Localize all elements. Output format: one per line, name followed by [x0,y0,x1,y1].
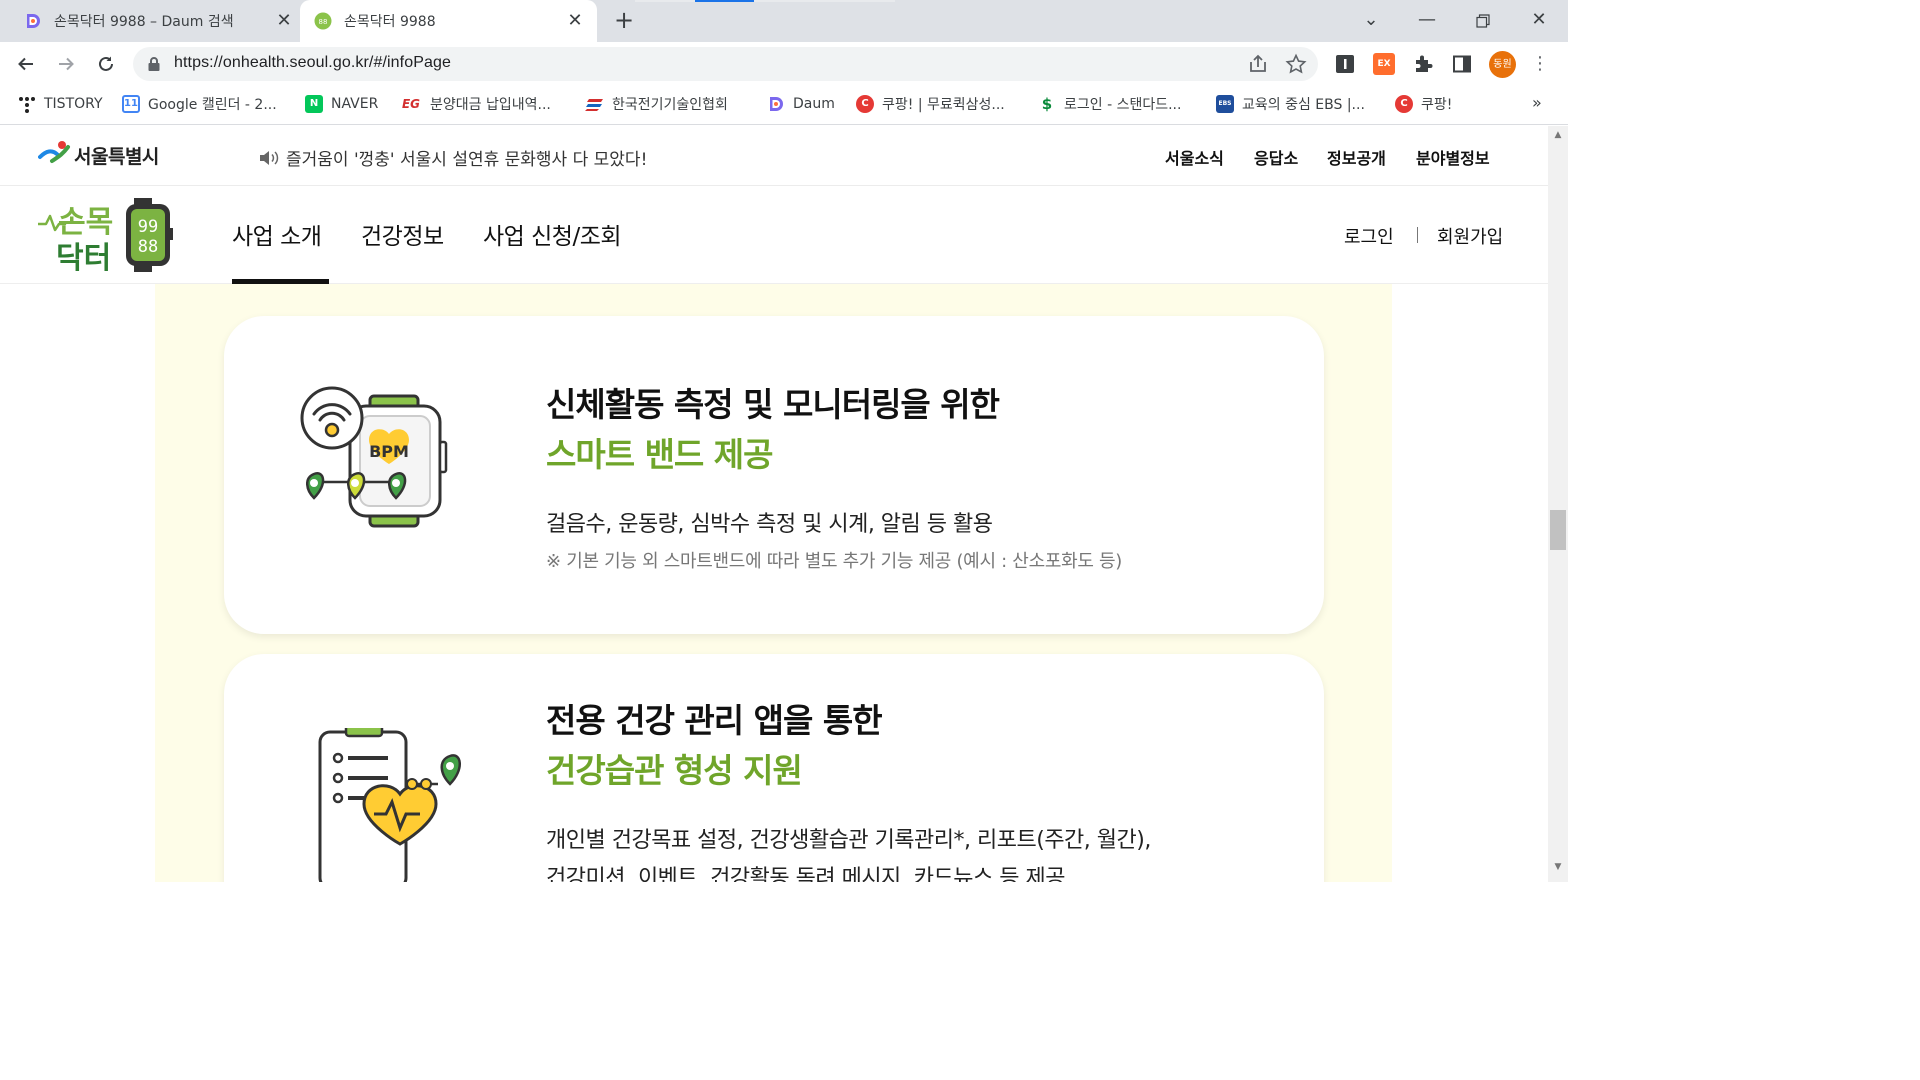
tab-active[interactable]: 88 손목닥터 9988 ✕ [300,0,597,42]
bookmark-item[interactable]: C 쿠팡! [1395,92,1452,116]
card-note: ※ 기본 기능 외 스마트밴드에 따라 별도 추가 기능 제공 (예시 : 산소… [546,551,1123,572]
scroll-up-icon[interactable]: ▲ [1548,130,1568,144]
health-app-illustration [318,728,461,882]
extension-icon[interactable] [1334,53,1356,75]
card-description: 걸음수, 운동량, 심박수 측정 및 시계, 알림 등 활용 [546,512,993,537]
lock-icon [148,57,160,71]
speaker-icon [260,150,279,165]
new-tab-icon[interactable]: + [610,8,638,34]
coupang-icon: C [856,95,874,113]
daum-favicon-icon [27,14,40,28]
browser-toolbar: https://onhealth.seoul.go.kr/#/infoPage … [0,42,1568,86]
close-window-icon[interactable]: ✕ [1524,6,1554,36]
minimize-icon[interactable]: — [1412,6,1442,36]
bookmarks-bar: TISTORY 11 Google 캘린더 - 2... N NAVER EG … [0,86,1568,125]
util-nav-by-field[interactable]: 분야별정보 [1416,145,1490,169]
bookmark-item[interactable]: N NAVER [305,92,378,116]
ebs-icon: EBS [1216,95,1234,113]
tab-daum-search[interactable]: 손목닥터 9988 – Daum 검색 ✕ [14,0,306,42]
google-calendar-icon: 11 [122,95,140,113]
svg-text:88: 88 [138,237,158,257]
share-icon[interactable] [1247,53,1269,75]
notice-ticker[interactable]: 즐거움이 '껑충' 서울시 설연휴 문화행사 다 모았다! [258,145,647,170]
restore-icon[interactable] [1468,6,1498,36]
eg-icon: EG [401,97,421,111]
site-header: 손목 닥터 99 88 사업 소개 건강정보 사업 신청/조회 로그인 회원가입 [0,186,1548,284]
wrist-doctor-favicon-icon: 88 [314,12,332,30]
card-subtitle: 스마트 밴드 제공 [546,435,773,474]
tab-loading-indicator [695,0,754,2]
kea-icon [585,99,603,111]
url-text: https://onhealth.seoul.go.kr/#/infoPage [174,54,451,71]
forward-icon[interactable] [52,50,80,78]
card-description: 개인별 건강목표 설정, 건강생활습관 기록관리*, 리포트(주간, 월간), [546,828,1151,853]
tab-title: 손목닥터 9988 – Daum 검색 [54,14,234,30]
util-nav-info-disclosure[interactable]: 정보공개 [1327,145,1386,169]
bookmark-item[interactable]: TISTORY [18,92,103,116]
auth-divider [1417,227,1418,243]
bookmark-item[interactable]: 한국전기기술인협회 [584,92,728,116]
daum-icon [770,97,783,111]
side-panel-icon[interactable] [1451,53,1473,75]
card-title: 신체활동 측정 및 모니터링을 위한 [546,385,1000,424]
bookmark-item[interactable]: $ 로그인 - 스탠다드... [1038,92,1182,116]
svg-text:88: 88 [319,18,328,26]
extension-ex-icon[interactable]: EX [1373,53,1395,75]
tab-search-icon[interactable]: ⌄ [1356,6,1386,36]
bookmark-item[interactable]: Daum [767,92,835,116]
scroll-thumb[interactable] [1550,510,1566,550]
bookmark-item[interactable]: 11 Google 캘린더 - 2... [122,92,277,116]
util-nav-response[interactable]: 응답소 [1254,145,1298,169]
extensions-puzzle-icon[interactable] [1412,53,1434,75]
card-title: 전용 건강 관리 앱을 통한 [546,701,883,740]
wrist-doctor-logo-icon: 손목 닥터 99 88 [36,198,173,276]
close-icon[interactable]: ✕ [276,12,292,30]
site-utility-bar: 서울특별시 즐거움이 '껑충' 서울시 설연휴 문화행사 다 모았다! 서울소식… [0,126,1548,186]
login-link[interactable]: 로그인 [1344,223,1394,249]
gnb-health-info[interactable]: 건강정보 [361,217,444,251]
feature-card-smart-band: BPM 신체활동 측정 및 모니터링을 위한 스마트 밴드 제공 걸음수, 운동… [224,316,1324,634]
bookmarks-overflow-icon[interactable]: » [1532,93,1542,112]
brand-logo[interactable]: 손목 닥터 99 88 [36,198,178,276]
back-icon[interactable] [12,50,40,78]
bookmark-item[interactable]: C 쿠팡! | 무료퀵삼성... [856,92,1005,116]
page-viewport: 서울특별시 즐거움이 '껑충' 서울시 설연휴 문화행사 다 모았다! 서울소식… [0,126,1548,882]
close-icon[interactable]: ✕ [567,12,583,30]
signup-link[interactable]: 회원가입 [1437,223,1503,249]
smart-band-illustration: BPM [300,386,448,528]
address-bar[interactable]: https://onhealth.seoul.go.kr/#/infoPage [133,47,1318,81]
svg-text:손목: 손목 [58,205,113,240]
bookmark-item[interactable]: EG 분양대금 납입내역... [400,92,551,116]
seoul-symbol-icon [38,141,70,163]
page-scrollbar[interactable]: ▲ ▼ [1548,126,1568,882]
tab-title: 손목닥터 9988 [344,14,436,30]
seoul-logo-text: 서울특별시 [74,145,159,168]
notice-text: 즐거움이 '껑충' 서울시 설연휴 문화행사 다 모았다! [286,150,648,170]
reload-icon[interactable] [92,50,120,78]
bookmark-item[interactable]: EBS 교육의 중심 EBS |... [1216,92,1365,116]
bookmark-star-icon[interactable] [1285,53,1307,75]
tab-strip-divider [635,0,895,2]
bpm-label: BPM [369,442,409,461]
svg-text:닥터: 닥터 [56,241,111,272]
naver-icon: N [305,95,323,113]
svg-text:99: 99 [138,217,158,237]
feature-card-health-app: 전용 건강 관리 앱을 통한 건강습관 형성 지원 개인별 건강목표 설정, 건… [224,654,1324,882]
tistory-icon [19,97,35,113]
gnb-apply-lookup[interactable]: 사업 신청/조회 [483,217,622,251]
gnb-business-intro[interactable]: 사업 소개 [232,217,322,251]
coupang-icon: C [1395,95,1413,113]
seoul-logo[interactable]: 서울특별시 [38,138,159,172]
standard-icon: $ [1041,95,1053,113]
profile-avatar[interactable]: 동원 [1489,51,1516,78]
scroll-down-icon[interactable]: ▼ [1548,862,1568,876]
util-nav-seoul-news[interactable]: 서울소식 [1165,145,1224,169]
card-description-line2: 건강미션, 이벤트, 건강활동 독려 메시지, 카드뉴스 등 제공 [546,866,1065,882]
tab-strip: 손목닥터 9988 – Daum 검색 ✕ 88 손목닥터 9988 ✕ + ⌄… [0,0,1568,42]
card-subtitle: 건강습관 형성 지원 [546,751,803,790]
menu-kebab-icon[interactable]: ⋮ [1530,52,1550,76]
